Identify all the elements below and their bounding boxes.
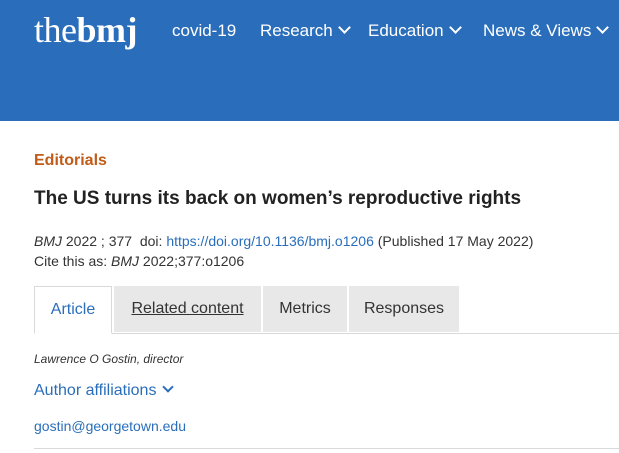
chevron-down-icon: [162, 381, 175, 393]
nav-education[interactable]: Education: [368, 20, 462, 42]
tab-related-content[interactable]: Related content: [114, 286, 261, 332]
tab-metrics[interactable]: Metrics: [263, 286, 347, 332]
citation-line: BMJ 2022 ; 377 doi: https://doi.org/10.1…: [34, 231, 533, 251]
citation-block: BMJ 2022 ; 377 doi: https://doi.org/10.1…: [34, 231, 533, 271]
author-name: Lawrence O Gostin, director: [34, 352, 184, 366]
nav-research[interactable]: Research: [260, 20, 351, 42]
chevron-down-icon: [448, 21, 462, 34]
bmj-logo[interactable]: thebmj: [34, 10, 137, 50]
affiliations-label: Author affiliations: [34, 382, 157, 399]
nav-covid-19[interactable]: covid-19: [172, 20, 236, 42]
cite-prefix: Cite this as:: [34, 253, 112, 269]
article-title: The US turns its back on women’s reprodu…: [34, 188, 522, 209]
divider: [34, 448, 619, 449]
section-label: Editorials: [34, 152, 107, 169]
site-header: thebmj covid-19 Research Education News …: [0, 0, 619, 121]
journal-name: BMJ: [34, 233, 62, 249]
nav-label: Education: [368, 21, 444, 40]
tab-responses[interactable]: Responses: [349, 286, 459, 332]
tab-divider: [34, 333, 619, 334]
cite-journal: BMJ: [111, 253, 140, 269]
doi-link[interactable]: https://doi.org/10.1136/bmj.o1206: [166, 233, 374, 249]
cite-ref: 2022;377:o1206: [139, 253, 245, 269]
email-link[interactable]: gostin@georgetown.edu: [34, 418, 186, 434]
year-volume: 2022 ; 377 doi:: [62, 233, 167, 249]
chevron-down-icon: [596, 21, 610, 34]
nav-label: covid-19: [172, 21, 237, 40]
nav-news-views[interactable]: News & Views: [483, 20, 610, 42]
chevron-down-icon: [337, 21, 351, 34]
nav-label: News & Views: [483, 21, 592, 40]
nav-label: Research: [260, 21, 333, 40]
author-affiliations-toggle[interactable]: Author affiliations: [34, 381, 175, 400]
cite-as-line: Cite this as: BMJ 2022;377:o1206: [34, 251, 533, 271]
article-tabs: Article Related content Metrics Response…: [34, 286, 619, 334]
author-email: gostin@georgetown.edu: [34, 418, 186, 434]
published-date: (Published 17 May 2022): [373, 233, 534, 249]
tab-article[interactable]: Article: [34, 286, 112, 334]
